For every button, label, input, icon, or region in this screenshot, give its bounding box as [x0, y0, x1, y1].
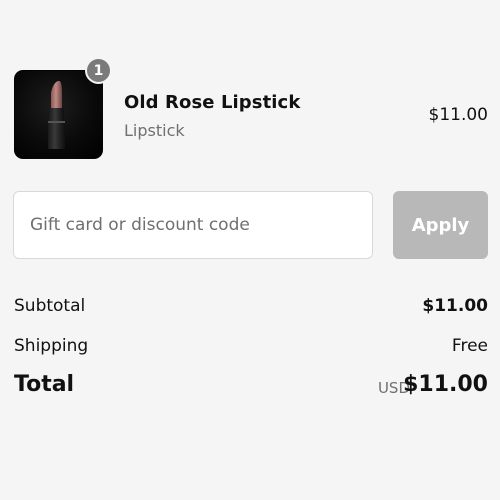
subtotal-value: $11.00 — [422, 296, 488, 316]
order-summary-page: 1 Old Rose Lipstick Lipstick $11.00 Appl… — [0, 0, 500, 500]
order-totals: Subtotal $11.00 Shipping Free Total USD … — [14, 292, 488, 418]
shipping-label: Shipping — [14, 336, 89, 356]
product-variant: Lipstick — [124, 121, 185, 140]
product-thumbnail — [14, 70, 103, 159]
product-name: Old Rose Lipstick — [124, 92, 301, 113]
subtotal-label: Subtotal — [14, 296, 86, 316]
total-row: Total USD $11.00 — [14, 372, 488, 418]
subtotal-row: Subtotal $11.00 — [14, 292, 488, 332]
apply-discount-button[interactable]: Apply — [393, 191, 488, 259]
shipping-row: Shipping Free — [14, 332, 488, 372]
total-label: Total — [14, 372, 75, 397]
product-price: $11.00 — [428, 105, 488, 125]
lipstick-icon — [48, 81, 65, 149]
total-amount: $11.00 — [403, 372, 488, 397]
product-thumbnail-wrapper: 1 — [14, 57, 112, 159]
cart-line-item: 1 Old Rose Lipstick Lipstick $11.00 — [14, 57, 488, 160]
discount-code-input[interactable] — [13, 191, 373, 259]
quantity-badge: 1 — [85, 57, 112, 84]
shipping-value: Free — [451, 336, 488, 356]
discount-code-form: Apply — [13, 191, 488, 259]
